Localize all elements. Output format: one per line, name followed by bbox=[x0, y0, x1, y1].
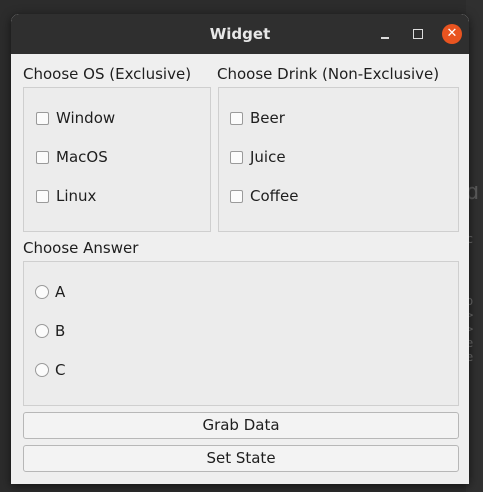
set-state-button[interactable]: Set State bbox=[23, 445, 459, 472]
maximize-icon[interactable] bbox=[408, 24, 428, 44]
checkbox[interactable] bbox=[230, 151, 243, 164]
close-icon[interactable]: ✕ bbox=[442, 24, 462, 44]
checkbox[interactable] bbox=[230, 112, 243, 125]
option-label: MacOS bbox=[56, 148, 108, 166]
window-content: Choose OS (Exclusive) Window MacOS Linux… bbox=[11, 54, 469, 484]
radio-button[interactable] bbox=[35, 285, 49, 299]
widget-window: Widget ✕ Choose OS (Exclusive) Window Ma… bbox=[11, 14, 469, 484]
checkbox[interactable] bbox=[36, 112, 49, 125]
option-label: A bbox=[55, 283, 66, 301]
grab-data-button[interactable]: Grab Data bbox=[23, 412, 459, 439]
checkbox[interactable] bbox=[36, 151, 49, 164]
option-label: Linux bbox=[56, 187, 97, 205]
drink-group-title: Choose Drink (Non-Exclusive) bbox=[217, 65, 440, 83]
option-label: Beer bbox=[250, 109, 285, 127]
option-label: Window bbox=[56, 109, 116, 127]
radio-button[interactable] bbox=[35, 363, 49, 377]
minimize-icon[interactable] bbox=[375, 24, 395, 44]
drink-group-frame: Beer Juice Coffee bbox=[218, 87, 459, 232]
option-label: Juice bbox=[250, 148, 286, 166]
title-bar[interactable]: Widget ✕ bbox=[11, 14, 469, 54]
option-label: B bbox=[55, 322, 66, 340]
checkbox[interactable] bbox=[36, 190, 49, 203]
radio-button[interactable] bbox=[35, 324, 49, 338]
os-group-title: Choose OS (Exclusive) bbox=[23, 65, 192, 83]
option-label: C bbox=[55, 361, 66, 379]
checkbox[interactable] bbox=[230, 190, 243, 203]
os-group-frame: Window MacOS Linux bbox=[23, 87, 211, 232]
option-label: Coffee bbox=[250, 187, 299, 205]
window-title: Widget bbox=[209, 25, 271, 43]
answer-group-title: Choose Answer bbox=[23, 239, 139, 257]
answer-group-frame: A B C bbox=[23, 261, 459, 406]
